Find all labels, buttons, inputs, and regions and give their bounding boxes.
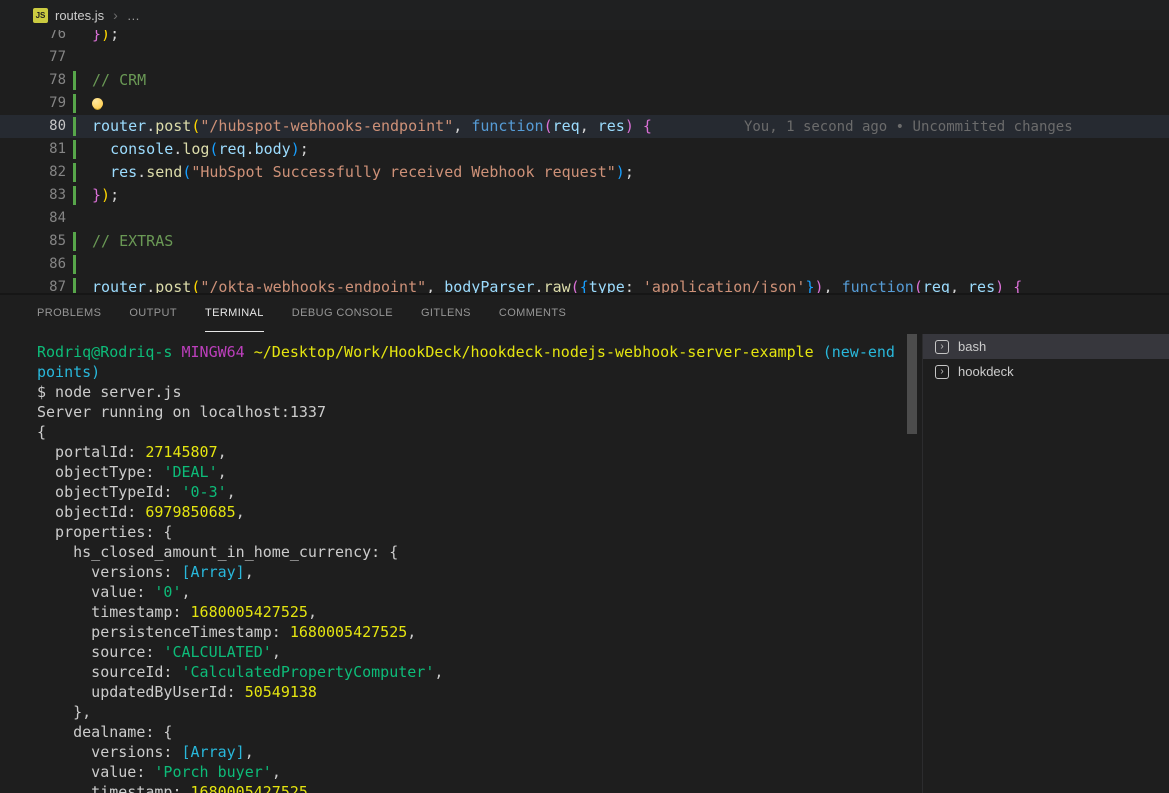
code-text: router.post("/okta-webhooks-endpoint", b… <box>92 276 1022 293</box>
tab-output[interactable]: OUTPUT <box>129 295 177 332</box>
terminal-line: objectId: 6979850685, <box>37 502 905 522</box>
tab-terminal[interactable]: TERMINAL <box>205 295 264 332</box>
code-line-81[interactable]: 81 console.log(req.body); <box>0 138 1169 161</box>
git-added-indicator <box>73 186 76 205</box>
terminal-line: timestamp: 1680005427525, <box>37 602 905 622</box>
terminal-line: sourceId: 'CalculatedPropertyComputer', <box>37 662 905 682</box>
terminal-line: Server running on localhost:1337 <box>37 402 905 422</box>
terminal-line: source: 'CALCULATED', <box>37 642 905 662</box>
git-added-indicator <box>73 117 76 136</box>
breadcrumb-symbol-ellipsis[interactable]: … <box>127 8 140 23</box>
terminal-line: versions: [Array], <box>37 742 905 762</box>
tab-gitlens[interactable]: GITLENS <box>421 295 471 332</box>
code-line-79[interactable]: 79 <box>0 92 1169 115</box>
js-file-icon: JS <box>33 8 48 23</box>
terminal-line: $ node server.js <box>37 382 905 402</box>
code-line-78[interactable]: 78 // CRM <box>0 69 1169 92</box>
line-number[interactable]: 87 <box>0 276 66 293</box>
tab-comments[interactable]: COMMENTS <box>499 295 566 332</box>
line-number[interactable]: 84 <box>0 207 66 230</box>
terminal-line: value: 'Porch buyer', <box>37 762 905 782</box>
line-number[interactable]: 76 <box>0 30 66 46</box>
line-number[interactable]: 78 <box>0 69 66 92</box>
git-added-indicator <box>73 71 76 90</box>
tab-debug-console[interactable]: DEBUG CONSOLE <box>292 295 393 332</box>
terminal-list-item-bash[interactable]: bash <box>923 334 1169 359</box>
code-line-86[interactable]: 86 <box>0 253 1169 276</box>
line-number[interactable]: 81 <box>0 138 66 161</box>
git-added-indicator <box>73 140 76 159</box>
code-text: res.send("HubSpot Successfully received … <box>92 161 634 184</box>
editor[interactable]: 76});7778// CRM7980router.post("/hubspot… <box>0 30 1169 293</box>
code-line-83[interactable]: 83}); <box>0 184 1169 207</box>
terminal-line: objectTypeId: '0-3', <box>37 482 905 502</box>
lightbulb-icon[interactable] <box>92 98 103 109</box>
terminal-line: persistenceTimestamp: 1680005427525, <box>37 622 905 642</box>
code-text: // CRM <box>92 69 146 92</box>
line-number[interactable]: 80 <box>0 115 66 138</box>
terminal-list: bash hookdeck <box>922 334 1169 793</box>
terminal-output[interactable]: Rodriq@Rodriq-s MINGW64 ~/Desktop/Work/H… <box>37 342 905 793</box>
code-text: router.post("/hubspot-webhooks-endpoint"… <box>92 115 1073 139</box>
bottom-panel: PROBLEMS OUTPUT TERMINAL DEBUG CONSOLE GITLE… <box>0 293 1169 793</box>
git-added-indicator <box>73 278 76 293</box>
breadcrumb[interactable]: JS routes.js › … <box>0 0 1169 30</box>
code-line-80[interactable]: 80 router.post("/hubspot-webhooks-endpoin… <box>0 115 1169 138</box>
chevron-right-icon: › <box>113 7 118 23</box>
code-text: console.log(req.body); <box>92 138 309 161</box>
terminal-line: points) <box>37 362 905 382</box>
tab-problems[interactable]: PROBLEMS <box>37 295 101 332</box>
code-line-77[interactable]: 77 <box>0 46 1169 69</box>
line-number[interactable]: 83 <box>0 184 66 207</box>
git-added-indicator <box>73 94 76 113</box>
terminal-line: portalId: 27145807, <box>37 442 905 462</box>
terminal-list-label: hookdeck <box>958 364 1014 379</box>
terminal-list-label: bash <box>958 339 986 354</box>
git-added-indicator <box>73 163 76 182</box>
line-number[interactable]: 79 <box>0 92 66 115</box>
code-line-85[interactable]: 85 // EXTRAS <box>0 230 1169 253</box>
terminal-list-item-hookdeck[interactable]: hookdeck <box>923 359 1169 384</box>
code-line-87[interactable]: 87 router.post("/okta-webhooks-endpoint",… <box>0 276 1169 293</box>
breadcrumb-file[interactable]: routes.js <box>55 8 104 23</box>
terminal-line: updatedByUserId: 50549138 <box>37 682 905 702</box>
terminal-line: timestamp: 1680005427525, <box>37 782 905 793</box>
blame-annotation: You, 1 second ago • Uncommitted changes <box>744 119 1073 135</box>
terminal-line: }, <box>37 702 905 722</box>
line-number[interactable]: 77 <box>0 46 66 69</box>
terminal-line: hs_closed_amount_in_home_currency: { <box>37 542 905 562</box>
terminal-line: { <box>37 422 905 442</box>
terminal-line: Rodriq@Rodriq-s MINGW64 ~/Desktop/Work/H… <box>37 342 905 362</box>
code-line-84[interactable]: 84 <box>0 207 1169 230</box>
code-text: }); <box>92 30 119 46</box>
line-number[interactable]: 85 <box>0 230 66 253</box>
git-added-indicator <box>73 232 76 251</box>
line-number[interactable]: 86 <box>0 253 66 276</box>
line-number[interactable]: 82 <box>0 161 66 184</box>
terminal-line: dealname: { <box>37 722 905 742</box>
terminal-scrollbar[interactable] <box>907 334 917 434</box>
terminal-line: value: '0', <box>37 582 905 602</box>
code-text <box>92 92 103 115</box>
terminal-icon <box>935 365 949 379</box>
terminal-line: properties: { <box>37 522 905 542</box>
code-line-82[interactable]: 82 res.send("HubSpot Successfully receiv… <box>0 161 1169 184</box>
terminal-line: versions: [Array], <box>37 562 905 582</box>
code-text: }); <box>92 184 119 207</box>
git-added-indicator <box>73 255 76 274</box>
code-line-76[interactable]: 76}); <box>0 30 1169 46</box>
terminal-icon <box>935 340 949 354</box>
code-text: // EXTRAS <box>92 230 173 253</box>
panel-tabs: PROBLEMS OUTPUT TERMINAL DEBUG CONSOLE GITLE… <box>0 295 1169 332</box>
terminal-line: objectType: 'DEAL', <box>37 462 905 482</box>
